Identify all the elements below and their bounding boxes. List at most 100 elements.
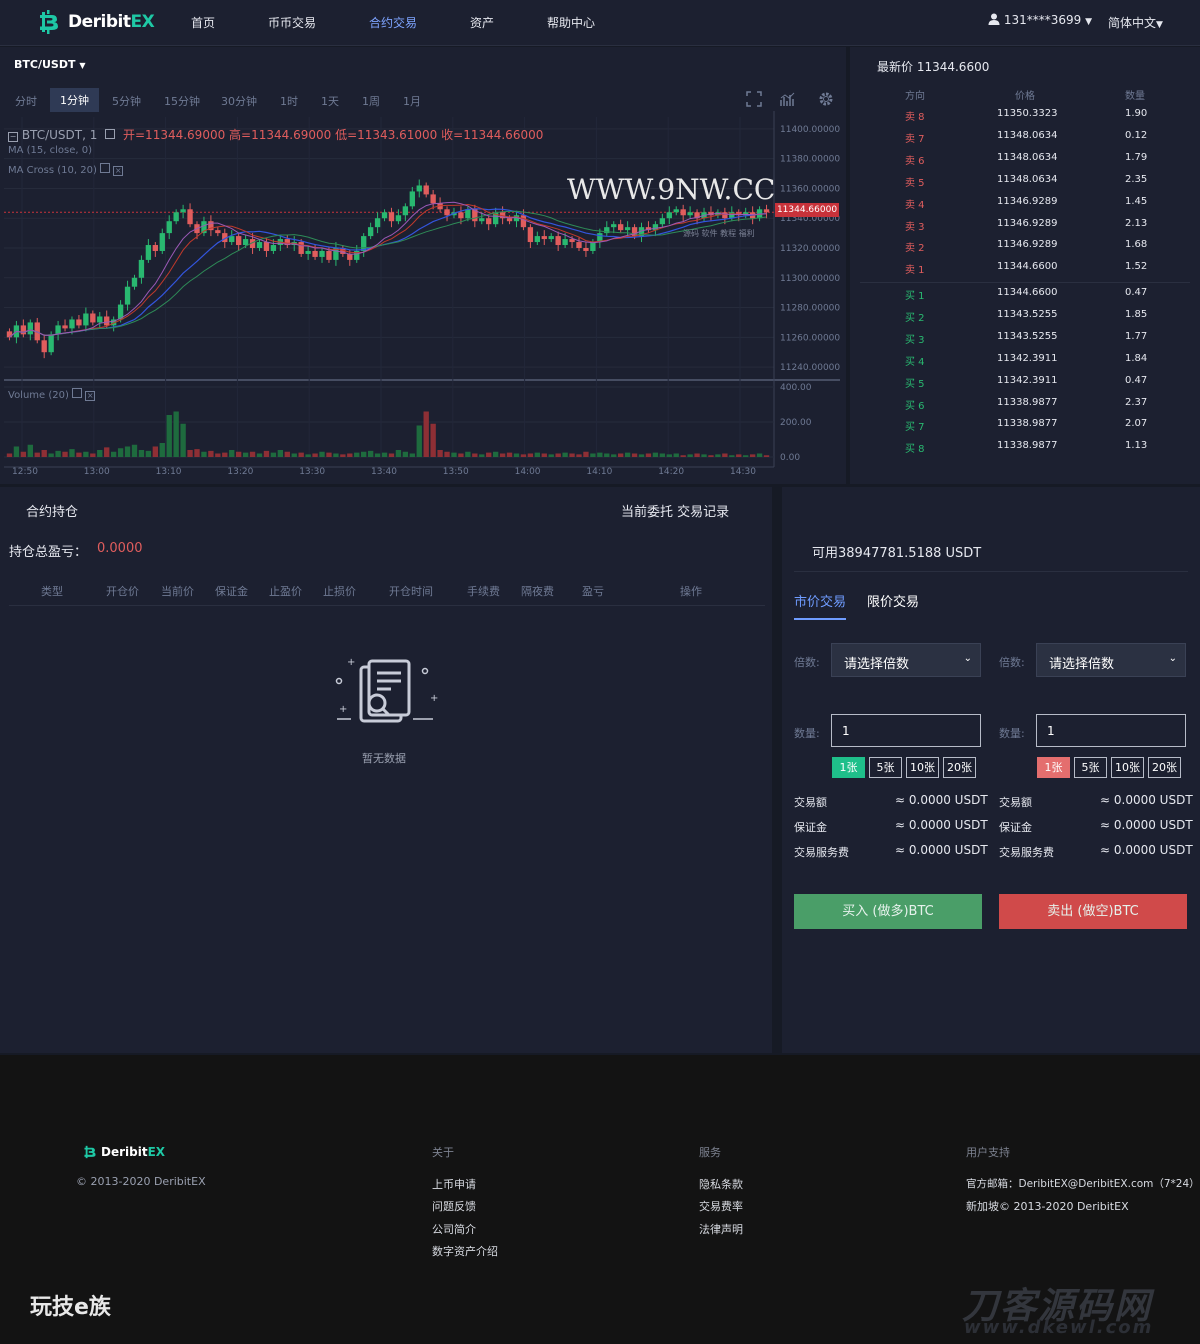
volume-bar: [138, 450, 145, 457]
sell-qty-10[interactable]: 10张: [1111, 757, 1144, 778]
footer-link-listing[interactable]: 上币申请: [432, 1176, 476, 1192]
volume-bar: [249, 451, 256, 457]
buy-qty-10[interactable]: 10张: [906, 757, 939, 778]
volume-bar: [256, 453, 263, 457]
candle-body: [69, 319, 75, 329]
sell-order-row[interactable]: 卖 5 11348.0634 2.35: [850, 174, 1200, 196]
volume-bar: [486, 452, 492, 457]
collapse-icon[interactable]: −: [8, 132, 18, 142]
order-price: 11350.3323: [997, 108, 1058, 119]
eye-icon[interactable]: [72, 388, 83, 398]
tab-limit-order[interactable]: 限价交易: [867, 591, 919, 610]
tab-market-order[interactable]: 市价交易: [794, 591, 847, 620]
watermark-subtext: 源码 软件 教程 福利: [683, 229, 755, 238]
bitcoin-logo-icon: [40, 10, 58, 34]
legend-settings-icon[interactable]: [105, 129, 116, 139]
footer-link-privacy[interactable]: 隐私条款: [699, 1176, 743, 1192]
sell-leverage-select[interactable]: 请选择倍数 ⌄: [1036, 643, 1186, 677]
buy-margin-value: ≈ 0.0000 USDT: [895, 818, 988, 832]
sell-order-row[interactable]: 卖 3 11346.9289 2.13: [850, 218, 1200, 240]
positions-title[interactable]: 合约持仓: [26, 501, 78, 520]
candle-body: [576, 242, 582, 248]
buy-qty-1[interactable]: 1张: [832, 757, 865, 778]
volume-bar: [367, 450, 374, 457]
buy-order-row[interactable]: 买 1 11344.6600 0.47: [850, 287, 1200, 309]
sell-leverage-value: 请选择倍数: [1049, 657, 1115, 672]
buy-order-row[interactable]: 买 5 11342.3911 0.47: [850, 375, 1200, 397]
price-axis-label: 11380.00000: [780, 155, 840, 165]
nav-contract[interactable]: 合约交易: [369, 14, 417, 31]
footer-about-heading: 关于: [432, 1146, 454, 1159]
order-qty: 2.07: [1125, 418, 1148, 430]
candle-body: [48, 334, 54, 353]
footer-logo[interactable]: DeribitEX: [82, 1144, 165, 1160]
footer-link-company[interactable]: 公司简介: [432, 1221, 476, 1237]
candle-body: [534, 236, 540, 243]
candle-body: [180, 209, 186, 213]
sell-short-button[interactable]: 卖出 (做空)BTC: [999, 894, 1187, 929]
nav-spot[interactable]: 币币交易: [268, 14, 316, 31]
buy-order-row[interactable]: 买 2 11343.5255 1.85: [850, 309, 1200, 331]
volume-bar: [55, 450, 61, 457]
footer-link-legal[interactable]: 法律声明: [699, 1221, 743, 1237]
buy-leverage-select[interactable]: 请选择倍数 ⌄: [831, 643, 981, 677]
candle-body: [62, 325, 68, 329]
nav-assets[interactable]: 资产: [470, 14, 494, 31]
buy-order-row[interactable]: 买 7 11338.9877 2.07: [850, 418, 1200, 440]
user-menu[interactable]: 131****3699 ▼: [988, 13, 1092, 27]
candlestick-chart[interactable]: 11400.0000011380.0000011360.0000011340.0…: [0, 47, 846, 484]
sell-qty-5[interactable]: 5张: [1074, 757, 1107, 778]
nav-help[interactable]: 帮助中心: [547, 14, 595, 31]
buy-order-row[interactable]: 买 3 11343.5255 1.77: [850, 331, 1200, 353]
volume-bar: [680, 455, 686, 457]
eye-icon[interactable]: [100, 163, 111, 173]
footer-link-fees[interactable]: 交易费率: [699, 1198, 743, 1214]
buy-order-row[interactable]: 买 4 11342.3911 1.84: [850, 353, 1200, 375]
sell-order-row[interactable]: 卖 4 11346.9289 1.45: [850, 196, 1200, 218]
candle-body: [319, 250, 325, 257]
brand-logo[interactable]: DeribitEX: [36, 9, 155, 35]
close-icon[interactable]: ×: [85, 391, 96, 401]
volume-bar: [715, 454, 721, 457]
volume-bar: [229, 450, 235, 457]
nav-home[interactable]: 首页: [191, 14, 215, 31]
orders-history-tabs[interactable]: 当前委托 交易记录: [621, 501, 729, 520]
sell-qty-1[interactable]: 1张: [1037, 757, 1070, 778]
sell-order-row[interactable]: 卖 2 11346.9289 1.68: [850, 239, 1200, 261]
sell-qty-input[interactable]: 1: [1036, 714, 1186, 747]
candle-body: [479, 218, 485, 222]
time-axis-label: 12:50: [12, 467, 38, 477]
buy-long-button[interactable]: 买入 (做多)BTC: [794, 894, 982, 929]
volume-bar: [180, 423, 186, 457]
candle-body: [27, 322, 33, 335]
buy-margin-label: 保证金: [794, 821, 827, 834]
sell-order-row[interactable]: 卖 7 11348.0634 0.12: [850, 130, 1200, 152]
order-price: 11348.0634: [997, 151, 1058, 163]
sell-order-row[interactable]: 卖 6 11348.0634 1.79: [850, 152, 1200, 174]
footer-support-email[interactable]: 官方邮箱：DeribitEX@DeribitEX.com（7*24）: [966, 1176, 1200, 1191]
buy-qty-5[interactable]: 5张: [869, 757, 902, 778]
order-qty: 0.47: [1125, 374, 1148, 386]
watermark-left: 玩技e族: [30, 1295, 111, 1320]
buy-qty-20[interactable]: 20张: [943, 757, 976, 778]
sell-order-row[interactable]: 卖 1 11344.6600 1.52: [850, 261, 1200, 283]
order-qty: 0.47: [1125, 287, 1148, 298]
buy-qty-input[interactable]: 1: [831, 714, 981, 747]
footer-link-assets[interactable]: 数字资产介绍: [432, 1243, 498, 1259]
close-icon[interactable]: ×: [113, 166, 124, 176]
candle-body: [367, 227, 374, 237]
sell-qty-20[interactable]: 20张: [1148, 757, 1181, 778]
volume-bar: [270, 452, 277, 457]
volume-label: Volume (20) ×: [8, 388, 96, 401]
buy-order-row[interactable]: 买 6 11338.9877 2.37: [850, 397, 1200, 419]
col-margin: 保证金: [215, 585, 248, 598]
buy-order-row[interactable]: 买 8 11338.9877 1.13: [850, 440, 1200, 462]
order-direction: 买 5: [905, 378, 925, 390]
language-select[interactable]: 简体中文▼: [1108, 14, 1163, 31]
footer-link-feedback[interactable]: 问题反馈: [432, 1198, 476, 1214]
volume-bar: [215, 453, 221, 457]
orderbook-panel: 最新价 11344.6600 方向 价格 数量 卖 8 11350.3323 1.9…: [850, 47, 1200, 484]
sell-order-row[interactable]: 卖 8 11350.3323 1.90: [850, 108, 1200, 130]
sell-fee-value: ≈ 0.0000 USDT: [1100, 843, 1193, 857]
volume-bar: [361, 451, 367, 457]
